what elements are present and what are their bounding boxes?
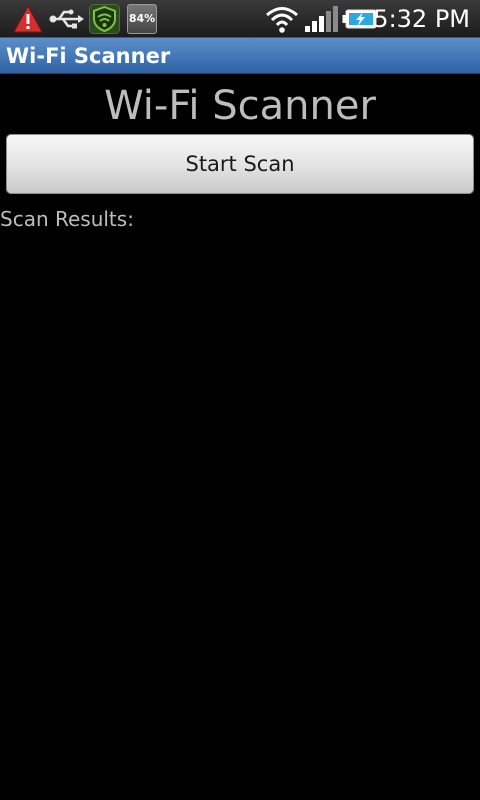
- scan-results-list: [0, 234, 480, 794]
- title-bar-title: Wi-Fi Scanner: [6, 44, 171, 68]
- signal-icon: [305, 6, 338, 32]
- page-heading: Wi-Fi Scanner: [104, 83, 376, 129]
- wifi-icon: [266, 7, 298, 33]
- title-bar: Wi-Fi Scanner: [0, 38, 480, 74]
- status-bar: 84% 5:32 PM: [0, 0, 480, 38]
- scan-results-label: Scan Results:: [0, 207, 134, 231]
- start-scan-button[interactable]: Start Scan: [6, 134, 474, 194]
- status-bar-time: 5:32 PM: [373, 5, 470, 33]
- shield-icon: [89, 4, 120, 34]
- app-screen: 84% 5:32 PM Wi-Fi Scanner Wi-Fi Scanner …: [0, 0, 480, 800]
- usb-icon: [49, 9, 84, 29]
- battery-percent-badge: 84%: [127, 4, 157, 34]
- warning-icon: [13, 4, 43, 33]
